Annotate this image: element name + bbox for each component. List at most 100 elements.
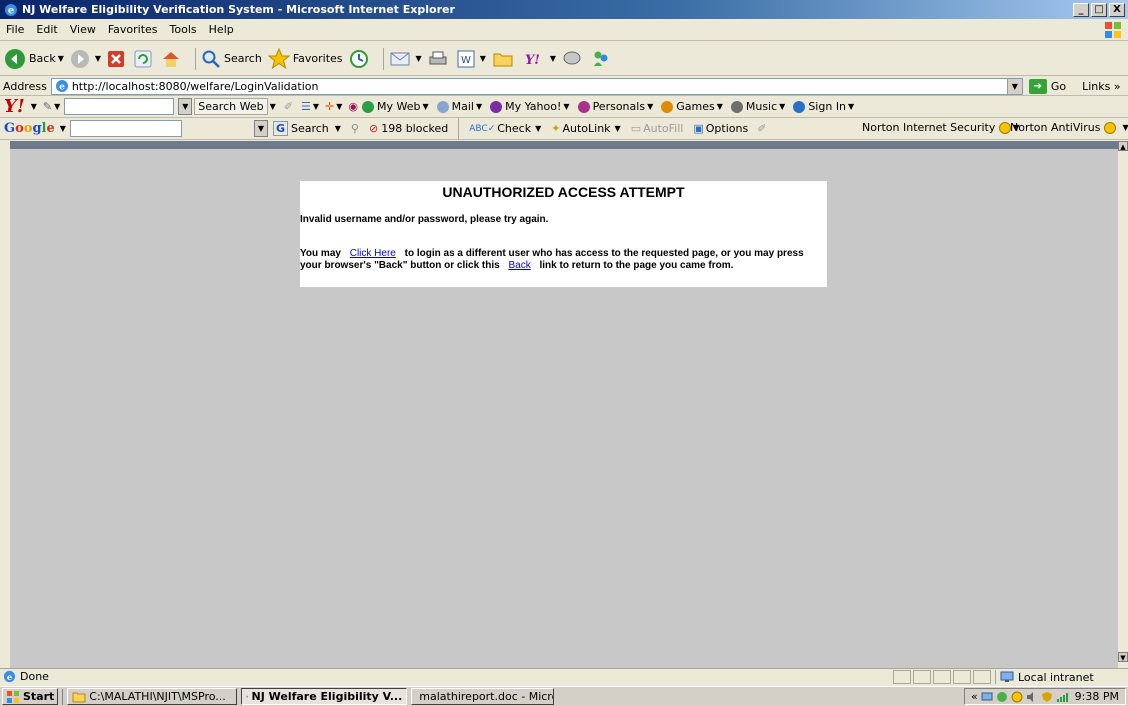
edit-dropdown-icon[interactable]: ▼ [480, 54, 486, 63]
discuss-button[interactable] [562, 50, 585, 68]
svg-text:e: e [8, 5, 14, 16]
scroll-down-icon[interactable]: ▼ [1118, 652, 1128, 662]
windows-flag-icon [7, 690, 19, 703]
yahoo-music[interactable]: Music ▼ [730, 100, 785, 113]
links-button[interactable]: Links » [1082, 80, 1121, 93]
norton-tray-icon[interactable] [1011, 691, 1023, 703]
search-button[interactable]: Search [201, 49, 262, 69]
yahoo-games[interactable]: Games ▼ [661, 100, 723, 113]
norton-antivirus[interactable]: Norton AntiVirus ▼ [1010, 121, 1128, 134]
security-tray-icon[interactable] [1041, 691, 1053, 703]
vertical-scrollbar-track[interactable] [1118, 151, 1128, 652]
address-dropdown-icon[interactable]: ▼ [1006, 78, 1022, 94]
windows-logo-icon [1105, 22, 1121, 38]
norton-internet-security[interactable]: Norton Internet Security ▼ [862, 121, 1020, 134]
list-dropdown-icon[interactable]: ▼ [313, 102, 319, 111]
google-search-dropdown-icon[interactable]: ▼ [253, 120, 268, 137]
page-done-icon: e [3, 670, 16, 683]
internet-explorer-icon: e [246, 695, 249, 698]
google-search-button[interactable]: G Search ▼ [272, 121, 341, 136]
start-button[interactable]: Start [2, 688, 59, 705]
messenger-tray-icon[interactable] [996, 691, 1008, 703]
close-button[interactable]: X [1109, 2, 1125, 17]
google-search-input[interactable] [69, 120, 182, 137]
pencil-icon[interactable]: ✎ [43, 100, 52, 113]
internet-explorer-icon: e [5, 3, 17, 16]
clock[interactable]: 9:38 PM [1075, 690, 1119, 703]
address-bar: Address e http://localhost:8080/welfare/… [0, 77, 1128, 96]
refresh-button[interactable] [134, 50, 155, 68]
favorites-button[interactable]: Favorites [267, 47, 343, 70]
mail-button[interactable]: ▼ [389, 50, 422, 68]
menu-favorites[interactable]: Favorites [102, 23, 164, 36]
mail-dropdown-icon[interactable]: ▼ [416, 54, 422, 63]
go-label: Go [1050, 79, 1067, 93]
minimize-button[interactable]: _ [1073, 2, 1089, 17]
google-toolbar: Google ▼ ▼ G Search ▼ ⚲ ⊘ 198 blocked ABC✓ C… [0, 117, 1128, 140]
tray-expand-icon[interactable]: « [971, 690, 978, 703]
security-zone: Local intranet [995, 670, 1094, 684]
stop-button[interactable] [107, 50, 128, 68]
messenger-people-button[interactable] [591, 49, 614, 69]
messenger-dropdown-icon[interactable]: ▼ [550, 54, 556, 63]
yahoo-messenger-button[interactable]: Y! ▼ [523, 50, 556, 68]
menu-edit[interactable]: Edit [30, 23, 63, 36]
autolink-button[interactable]: ✦ AutoLink ▼ [551, 122, 620, 135]
yahoo-personals[interactable]: Personals ▼ [577, 100, 653, 113]
pencil-dropdown-icon[interactable]: ▼ [54, 102, 60, 111]
msn-people-icon [594, 51, 608, 66]
address-input[interactable]: e http://localhost:8080/welfare/LoginVal… [50, 77, 1023, 95]
menu-file[interactable]: File [0, 23, 30, 36]
yahoo-my-yahoo[interactable]: My Yahoo! ▼ [490, 100, 570, 113]
back-dropdown-icon[interactable]: ▼ [58, 54, 64, 63]
yahoo-search-web-button[interactable]: Search Web [194, 98, 268, 115]
print-button[interactable] [428, 50, 451, 68]
menu-view[interactable]: View [64, 23, 102, 36]
crosshair-icon[interactable]: ✛ [325, 100, 334, 113]
popup-blocker[interactable]: ⊘ 198 blocked [369, 122, 448, 135]
autofill-button[interactable]: ▭ AutoFill [631, 122, 684, 135]
folder-button[interactable] [492, 50, 517, 68]
home-button[interactable] [161, 50, 184, 68]
back-link[interactable]: Back [502, 260, 536, 271]
network-icon[interactable] [981, 691, 993, 703]
volume-icon[interactable] [1026, 691, 1038, 703]
antispy-icon[interactable]: ◉ [348, 100, 358, 113]
google-logo[interactable]: Google [4, 121, 55, 136]
yahoo-menu-dropdown-icon[interactable]: ▼ [31, 102, 37, 111]
google-pagerank[interactable]: ⚲ [351, 122, 359, 135]
yahoo-logo[interactable]: Y! [4, 96, 25, 117]
menu-tools[interactable]: Tools [164, 23, 203, 36]
highlighter-icon[interactable]: ✐ [757, 122, 766, 135]
search-web-dropdown-icon[interactable]: ▼ [270, 102, 276, 111]
signal-icon[interactable] [1056, 691, 1068, 703]
options-button[interactable]: ▣ Options [693, 122, 748, 135]
yahoo-mail[interactable]: Mail ▼ [436, 100, 482, 113]
task-explorer-folder[interactable]: C:\MALATHI\NJIT\MSPro... [67, 688, 238, 705]
yahoo-my-web[interactable]: My Web ▼ [361, 100, 429, 113]
task-internet-explorer[interactable]: e NJ Welfare Eligibility V... [241, 688, 408, 705]
crosshair-dropdown-icon[interactable]: ▼ [336, 102, 342, 111]
menu-help[interactable]: Help [203, 23, 240, 36]
search-icon [202, 50, 220, 68]
yahoo-sign-in[interactable]: Sign In ▼ [793, 100, 854, 113]
back-button[interactable]: Back ▼ [4, 48, 64, 70]
yahoo-search-dropdown-icon[interactable]: ▼ [178, 98, 193, 115]
scroll-up-icon[interactable]: ▲ [1118, 141, 1128, 151]
google-menu-dropdown-icon[interactable]: ▼ [60, 124, 66, 133]
click-here-link[interactable]: Click Here [344, 248, 402, 259]
task-word-document[interactable]: W malathireport.doc - Micro... [411, 688, 555, 705]
search-label: Search [224, 52, 262, 65]
edit-button[interactable]: W ▼ [457, 50, 486, 68]
highlight-icon[interactable]: ✐ [284, 100, 293, 113]
standard-toolbar: Back ▼ ▼ Search Favorites ▼ W ▼ Y! ▼ [0, 42, 1128, 76]
yahoo-search-input[interactable] [64, 98, 175, 115]
list-icon[interactable]: ☰ [301, 100, 311, 113]
forward-dropdown-icon[interactable]: ▼ [95, 54, 101, 63]
go-button[interactable]: ➔ Go [1028, 78, 1067, 94]
maximize-button[interactable]: □ [1091, 2, 1107, 17]
status-text: Done [20, 670, 49, 683]
spell-check-button[interactable]: ABC✓ Check ▼ [469, 122, 541, 135]
forward-button[interactable]: ▼ [70, 49, 101, 69]
history-button[interactable] [349, 49, 372, 69]
